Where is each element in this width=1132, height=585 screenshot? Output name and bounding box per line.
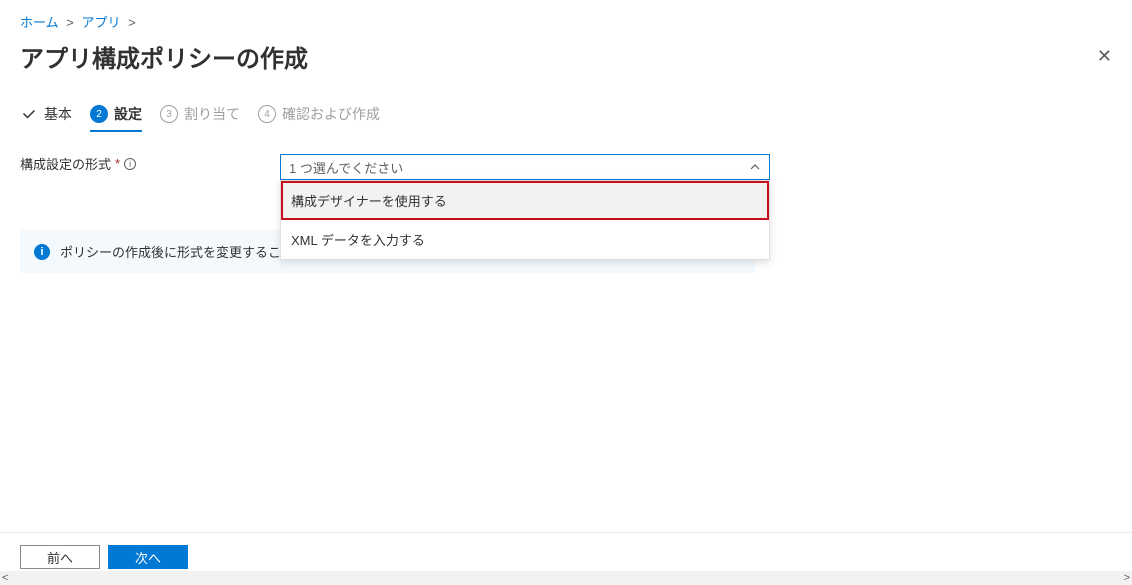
step-number-icon: 4 xyxy=(258,105,276,123)
dropdown-option-xml[interactable]: XML データを入力する xyxy=(281,220,769,259)
dropdown-placeholder: 1 つ選んでください xyxy=(289,158,403,177)
step-label: 確認および作成 xyxy=(282,104,380,124)
info-icon[interactable]: i xyxy=(124,158,136,170)
dropdown-option-designer[interactable]: 構成デザイナーを使用する xyxy=(281,181,769,220)
step-assignment: 3 割り当て xyxy=(160,104,240,124)
next-button[interactable]: 次へ xyxy=(108,545,188,569)
step-review: 4 確認および作成 xyxy=(258,104,380,124)
back-button[interactable]: 前へ xyxy=(20,545,100,569)
horizontal-scrollbar[interactable]: < > xyxy=(0,571,1132,585)
wizard-steps: 基本 2 設定 3 割り当て 4 確認および作成 xyxy=(20,104,1112,134)
required-indicator: * xyxy=(115,156,120,171)
step-settings[interactable]: 2 設定 xyxy=(90,104,142,132)
info-icon: i xyxy=(34,244,50,260)
scroll-left-icon[interactable]: < xyxy=(2,572,8,584)
breadcrumb-sep: > xyxy=(128,15,136,30)
step-label: 設定 xyxy=(114,104,142,124)
scroll-right-icon[interactable]: > xyxy=(1124,572,1130,584)
chevron-up-icon xyxy=(749,161,761,173)
format-label: 構成設定の形式 * i xyxy=(20,154,280,173)
check-icon xyxy=(20,105,38,123)
step-number-icon: 3 xyxy=(160,105,178,123)
breadcrumb-sep: > xyxy=(66,15,74,30)
breadcrumb-apps[interactable]: アプリ xyxy=(81,15,120,30)
footer: 前へ 次へ xyxy=(0,532,1132,569)
page-title: アプリ構成ポリシーの作成 xyxy=(20,39,308,74)
step-label: 割り当て xyxy=(184,104,240,124)
close-icon[interactable]: ✕ xyxy=(1097,46,1112,67)
step-basic[interactable]: 基本 xyxy=(20,104,72,124)
step-number-icon: 2 xyxy=(90,105,108,123)
breadcrumb-home[interactable]: ホーム xyxy=(20,15,59,30)
breadcrumb: ホーム > アプリ > xyxy=(20,8,1112,39)
dropdown-list: 構成デザイナーを使用する XML データを入力する xyxy=(280,180,770,260)
step-label: 基本 xyxy=(44,104,72,124)
format-dropdown[interactable]: 1 つ選んでください xyxy=(280,154,770,180)
